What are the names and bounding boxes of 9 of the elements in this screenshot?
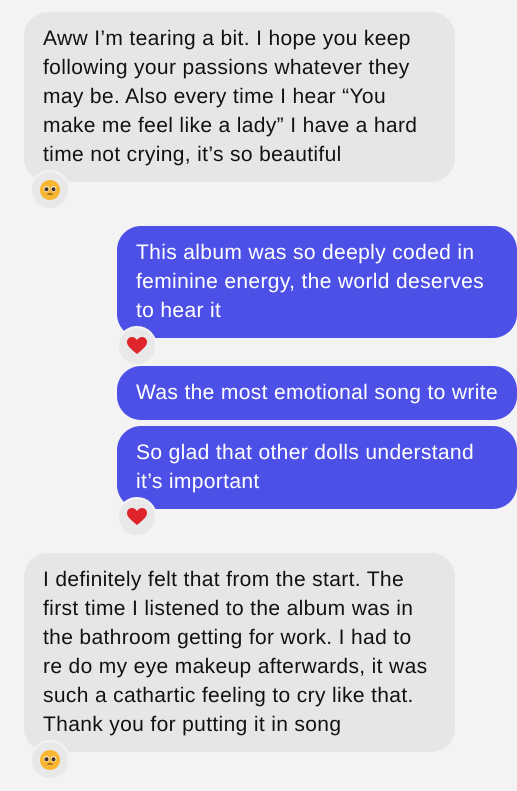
message-bubble: I definitely felt that from the start. The first time I listened to the album was in the bathroom getting for work. I had to re do my eye makeup afterwards, it was such a cathartic feeling to cry like that. Thank you for putting it in song xyxy=(24,553,455,752)
message-bubble: So glad that other dolls understand it’s important xyxy=(117,426,517,509)
pleading-face-icon xyxy=(40,180,60,200)
pleading-face-icon xyxy=(40,750,60,770)
message-bubble: This album was so deeply coded in feminine energy, the world deserves to hear it xyxy=(117,226,517,338)
message-bubble: Was the most emotional song to write xyxy=(117,366,517,420)
heart-icon xyxy=(127,508,147,526)
heart-icon xyxy=(127,337,147,355)
message-bubble: Aww I’m tearing a bit. I hope you keep following your passions whatever they may be. Also every time I hear “You make me feel like a lady” I have a hard time not crying, it’s so beautiful xyxy=(24,12,455,182)
